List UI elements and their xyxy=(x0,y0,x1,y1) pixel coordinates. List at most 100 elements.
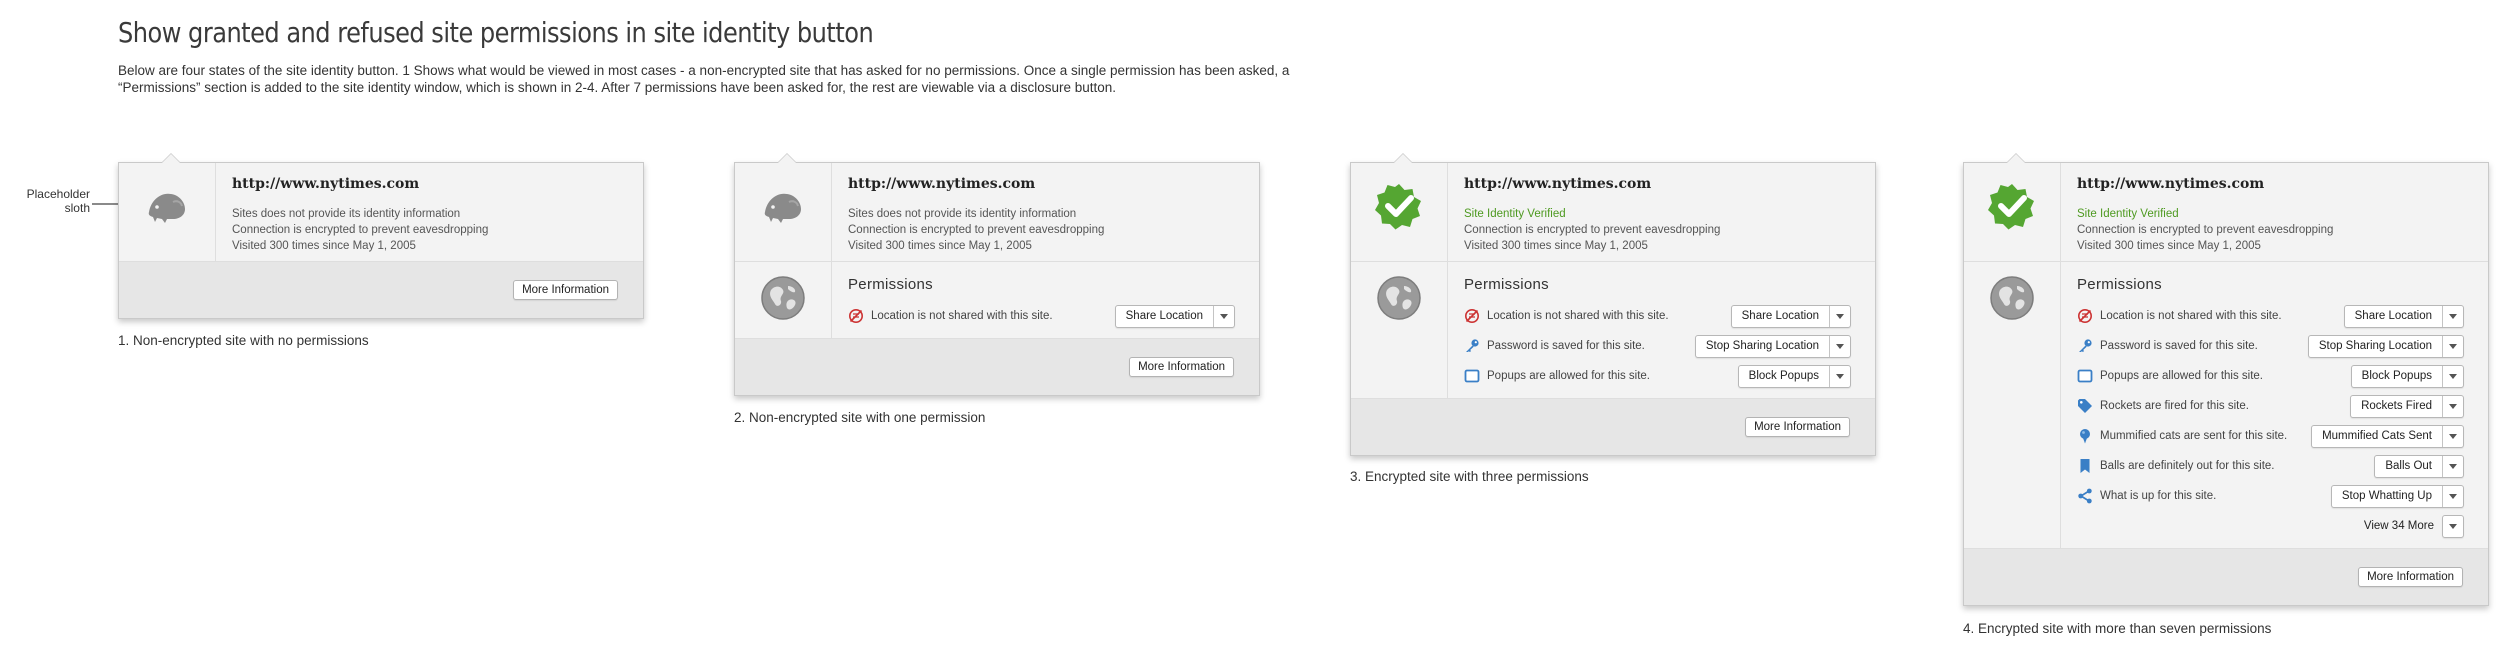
permission-dropdown[interactable] xyxy=(2442,395,2463,417)
site-url: http://www.nytimes.com xyxy=(848,176,1036,192)
stop-whatting-up-button[interactable]: Stop Whatting Up xyxy=(2332,486,2442,507)
caption-4: 4. Encrypted site with more than seven p… xyxy=(1963,621,2272,636)
balls-out-button[interactable]: Balls Out xyxy=(2375,456,2442,477)
block-popups-button[interactable]: Block Popups xyxy=(1739,366,1829,387)
key-icon xyxy=(1464,338,1480,354)
permission-row: What is up for this site. Stop Whatting … xyxy=(2077,481,2464,511)
panel-pointer xyxy=(777,153,797,163)
chevron-down-icon xyxy=(2449,403,2457,409)
permission-text: Mummified cats are sent for this site. xyxy=(2100,430,2288,442)
location-refused-icon xyxy=(1464,308,1480,324)
permission-text: Popups are allowed for this site. xyxy=(2100,370,2264,382)
verified-check-icon xyxy=(1988,182,2036,230)
permissions-title: Permissions xyxy=(848,276,933,293)
permission-dropdown[interactable] xyxy=(2442,365,2463,387)
permission-dropdown[interactable] xyxy=(2442,335,2463,357)
permission-text: Rockets are fired for this site. xyxy=(2100,400,2249,412)
permission-row: Password is saved for this site. Stop Sh… xyxy=(2077,331,2464,361)
share-location-button[interactable]: Share Location xyxy=(1732,306,1829,327)
site-url: http://www.nytimes.com xyxy=(232,176,420,192)
share-location-button[interactable]: Share Location xyxy=(2345,306,2442,327)
globe-icon xyxy=(1375,274,1423,322)
caption-2: 2. Non-encrypted site with one permissio… xyxy=(734,410,986,425)
panel-pointer xyxy=(161,153,181,163)
stop-sharing-location-button[interactable]: Stop Sharing Location xyxy=(1696,336,1829,357)
permission-dropdown[interactable] xyxy=(2442,425,2463,447)
location-refused-icon xyxy=(2077,308,2093,324)
key-icon xyxy=(2077,338,2093,354)
share-location-button[interactable]: Share Location xyxy=(1116,306,1213,327)
disclosure-button[interactable] xyxy=(2442,514,2464,538)
disclosure-dropdown[interactable] xyxy=(2443,516,2463,537)
chevron-down-icon xyxy=(2449,493,2457,499)
permission-dropdown[interactable] xyxy=(1829,335,1850,357)
permission-row: Rockets are fired for this site. Rockets… xyxy=(2077,391,2464,421)
permission-row: Popups are allowed for this site. Block … xyxy=(1464,361,1851,391)
permission-text: Balls are definitely out for this site. xyxy=(2100,460,2275,472)
block-popups-button[interactable]: Block Popups xyxy=(2352,366,2442,387)
identity-panel-3: http://www.nytimes.com Site Identity Ver… xyxy=(1350,153,1876,456)
permission-dropdown[interactable] xyxy=(1829,365,1850,387)
permissions-section: Permissions Location is not shared with … xyxy=(1964,262,2488,549)
panel-footer: More Information xyxy=(1964,549,2488,605)
chevron-down-icon xyxy=(1836,373,1844,379)
identity-panel-2: http://www.nytimes.com Sites does not pr… xyxy=(734,153,1260,396)
visit-count: Visited 300 times since May 1, 2005 xyxy=(848,240,1032,252)
more-information-button[interactable]: More Information xyxy=(1129,357,1234,377)
identity-status: Site Identity Verified xyxy=(1464,208,1566,220)
encryption-status: Connection is encrypted to prevent eaves… xyxy=(2077,224,2334,236)
identity-section: http://www.nytimes.com Sites does not pr… xyxy=(119,163,643,262)
globe-icon xyxy=(1988,274,2036,322)
view-more-label[interactable]: View 34 More xyxy=(2364,520,2434,532)
permission-row: Location is not shared with this site. S… xyxy=(2077,301,2464,331)
permission-text: What is up for this site. xyxy=(2100,490,2217,502)
identity-section: http://www.nytimes.com Site Identity Ver… xyxy=(1351,163,1875,262)
permission-dropdown[interactable] xyxy=(2442,305,2463,327)
identity-section: http://www.nytimes.com Sites does not pr… xyxy=(735,163,1259,262)
permission-action: Block Popups xyxy=(2350,364,2464,388)
chevron-down-icon xyxy=(2449,523,2457,529)
verified-check-icon xyxy=(1375,182,1423,230)
site-url: http://www.nytimes.com xyxy=(1464,176,1652,192)
view-more-row: View 34 More xyxy=(2077,511,2464,541)
permission-row: Balls are definitely out for this site. … xyxy=(2077,451,2464,481)
sloth-icon xyxy=(143,182,191,230)
chevron-down-icon xyxy=(1836,343,1844,349)
permission-dropdown[interactable] xyxy=(1829,305,1850,327)
permissions-section: Permissions Location is not shared with … xyxy=(735,262,1259,339)
location-refused-icon xyxy=(848,308,864,324)
chevron-down-icon xyxy=(2449,343,2457,349)
bookmark-icon xyxy=(2077,458,2093,474)
permission-action: Rockets Fired xyxy=(2350,394,2464,418)
panel-pointer xyxy=(2006,153,2026,163)
permission-action: Mummified Cats Sent xyxy=(2311,424,2464,448)
permission-dropdown[interactable] xyxy=(2442,485,2463,507)
panel-footer: More Information xyxy=(735,339,1259,395)
identity-section: http://www.nytimes.com Site Identity Ver… xyxy=(1964,163,2488,262)
more-information-button[interactable]: More Information xyxy=(1745,417,1850,437)
permission-dropdown[interactable] xyxy=(2442,455,2463,477)
encryption-status: Connection is encrypted to prevent eaves… xyxy=(232,224,489,236)
stop-sharing-location-button[interactable]: Stop Sharing Location xyxy=(2309,336,2442,357)
permission-text: Popups are allowed for this site. xyxy=(1487,370,1651,382)
permission-row: Password is saved for this site. Stop Sh… xyxy=(1464,331,1851,361)
more-information-button[interactable]: More Information xyxy=(513,280,618,300)
chevron-down-icon xyxy=(2449,463,2457,469)
permission-dropdown[interactable] xyxy=(1213,305,1234,327)
permission-action: Share Location xyxy=(1730,304,1851,328)
mummified-cats-sent-button[interactable]: Mummified Cats Sent xyxy=(2312,426,2442,447)
permissions-title: Permissions xyxy=(1464,276,1549,293)
rockets-fired-button[interactable]: Rockets Fired xyxy=(2351,396,2442,417)
visit-count: Visited 300 times since May 1, 2005 xyxy=(1464,240,1648,252)
permission-text: Password is saved for this site. xyxy=(1487,340,1645,352)
sloth-icon xyxy=(759,182,807,230)
permission-text: Location is not shared with this site. xyxy=(871,310,1053,322)
permission-action: Stop Sharing Location xyxy=(1694,334,1851,358)
chevron-down-icon xyxy=(2449,373,2457,379)
chevron-down-icon xyxy=(2449,433,2457,439)
panel-footer: More Information xyxy=(119,262,643,318)
permission-text: Password is saved for this site. xyxy=(2100,340,2258,352)
globe-icon xyxy=(759,274,807,322)
more-information-button[interactable]: More Information xyxy=(2358,567,2463,587)
caption-3: 3. Encrypted site with three permissions xyxy=(1350,469,1589,484)
